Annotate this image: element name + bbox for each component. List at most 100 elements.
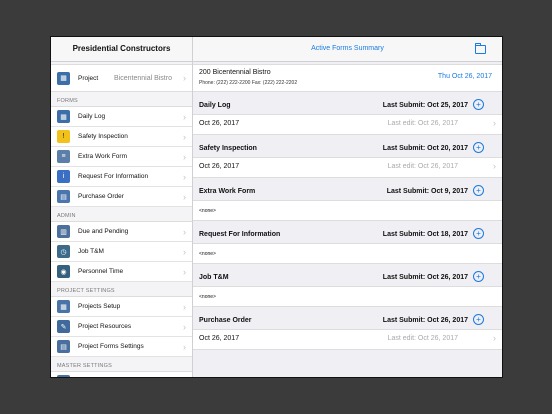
chevron-right-icon: › [183, 341, 186, 352]
form-title: Daily Log [199, 102, 231, 109]
chevron-right-icon: › [493, 161, 496, 171]
project-label: Project [78, 74, 99, 82]
sidebar: Presidential Constructors ▦ Project Bice… [51, 37, 193, 377]
forms-list: Daily Log Last Submit: Oct 25, 2017 + Oct 2… [193, 92, 502, 350]
last-submit: Last Submit: Oct 26, 2017 [382, 274, 468, 281]
last-edit: Last edit: Oct 26, 2017 [387, 163, 458, 170]
form-entry-row[interactable]: Oct 26, 2017 Last edit: Oct 26, 2017 › [193, 329, 502, 350]
page-title: Active Forms Summary [311, 45, 384, 52]
form-entry-row[interactable]: <none> [193, 200, 502, 221]
sidebar-item-master-settings[interactable]: ⚙Master Settings› [51, 372, 192, 378]
last-submit: Last Submit: Oct 25, 2017 [382, 102, 468, 109]
chevron-right-icon: › [183, 131, 186, 142]
form-entry-row[interactable]: <none> [193, 286, 502, 307]
sidebar-section-title: ADMIN [51, 207, 192, 222]
add-form-icon[interactable]: + [473, 142, 484, 153]
project-name: 200 Bicentennial Bistro [199, 69, 271, 76]
last-submit: Last Submit: Oct 20, 2017 [382, 145, 468, 152]
sidebar-item-label: Projects Setup [78, 303, 121, 310]
add-form-icon[interactable]: + [473, 271, 484, 282]
sidebar-item-label: Personnel Time [78, 268, 124, 275]
add-form-icon[interactable]: + [473, 99, 484, 110]
sidebar-item-personnel-time[interactable]: ◉ Personnel Time › [51, 262, 192, 282]
personnel-icon: ◉ [57, 265, 70, 278]
last-edit: Last edit: Oct 26, 2017 [387, 335, 458, 342]
clock-icon: ◷ [57, 245, 70, 258]
entry-date: Oct 26, 2017 [199, 120, 240, 127]
last-submit: Last Submit: Oct 9, 2017 [386, 188, 468, 195]
form-entry-row[interactable]: Oct 26, 2017 Last edit: Oct 26, 2017 › [193, 157, 502, 178]
chevron-right-icon: › [183, 226, 186, 237]
empty-placeholder: <none> [199, 208, 216, 214]
gear-icon: ⚙ [57, 375, 70, 377]
chevron-right-icon: › [183, 266, 186, 277]
info-icon: i [57, 170, 70, 183]
last-edit: Last edit: Oct 26, 2017 [387, 120, 458, 127]
form-section-header: Safety Inspection Last Submit: Oct 20, 20… [193, 135, 502, 157]
sidebar-item-label: Purchase Order [78, 193, 124, 200]
sidebar-item-daily-log[interactable]: ▦ Daily Log › [51, 107, 192, 127]
sidebar-title: Presidential Constructors [51, 37, 192, 62]
sidebar-item-safety-inspection[interactable]: ! Safety Inspection › [51, 127, 192, 147]
empty-placeholder: <none> [199, 294, 216, 300]
folder-icon[interactable] [475, 43, 486, 54]
sidebar-item-label: Due and Pending [78, 228, 129, 235]
warning-icon: ! [57, 130, 70, 143]
app-window: Presidential Constructors ▦ Project Bice… [50, 36, 503, 378]
sidebar-item-projects-setup[interactable]: ▦ Projects Setup › [51, 297, 192, 317]
chevron-right-icon: › [493, 118, 496, 128]
schedule-icon: ▥ [57, 225, 70, 238]
project-selector[interactable]: ▦ Project Bicentennial Bistro › [51, 64, 192, 92]
form-entry-row[interactable]: <none> [193, 243, 502, 264]
sidebar-item-label: Safety Inspection [78, 133, 128, 140]
order-icon: ▤ [57, 190, 70, 203]
form-entry-row[interactable]: Oct 26, 2017 Last edit: Oct 26, 2017 › [193, 114, 502, 135]
form-title: Purchase Order [199, 317, 252, 324]
add-form-icon[interactable]: + [473, 228, 484, 239]
sidebar-section-title: FORMS [51, 92, 192, 107]
form-title: Request For Information [199, 231, 281, 238]
chevron-right-icon: › [183, 246, 186, 257]
sidebar-item-job-t-m[interactable]: ◷ Job T&M › [51, 242, 192, 262]
sidebar-item-label: Extra Work Form [78, 153, 127, 160]
sidebar-item-extra-work-form[interactable]: ≡ Extra Work Form › [51, 147, 192, 167]
main-panel: Active Forms Summary 200 Bicentennial Bi… [193, 37, 502, 377]
sidebar-item-due-and-pending[interactable]: ▥ Due and Pending › [51, 222, 192, 242]
form-section-header: Request For Information Last Submit: Oct … [193, 221, 502, 243]
sidebar-item-project-forms-settings[interactable]: ▤ Project Forms Settings › [51, 337, 192, 357]
form-section-header: Purchase Order Last Submit: Oct 26, 2017 + [193, 307, 502, 329]
sidebar-item-label: Request For Information [78, 173, 149, 180]
sidebar-section-title: PROJECT SETTINGS [51, 282, 192, 297]
resources-icon: ✎ [57, 320, 70, 333]
project-value: Bicentennial Bistro [114, 74, 172, 82]
last-submit: Last Submit: Oct 26, 2017 [382, 317, 468, 324]
empty-placeholder: <none> [199, 251, 216, 257]
sidebar-section-title: MASTER SETTINGS [51, 357, 192, 372]
chevron-right-icon: › [183, 111, 186, 122]
sidebar-item-label: Job T&M [78, 248, 104, 255]
form-section-header: Job T&M Last Submit: Oct 26, 2017 + [193, 264, 502, 286]
sidebar-item-label: Project Forms Settings [78, 343, 144, 350]
projects-icon: ▦ [57, 300, 70, 313]
add-form-icon[interactable]: + [473, 314, 484, 325]
chevron-right-icon: › [183, 73, 186, 83]
form-section-header: Daily Log Last Submit: Oct 25, 2017 + [193, 92, 502, 114]
form-title: Job T&M [199, 274, 229, 281]
chevron-right-icon: › [183, 321, 186, 332]
sidebar-item-project-resources[interactable]: ✎ Project Resources › [51, 317, 192, 337]
chevron-right-icon: › [493, 333, 496, 343]
sidebar-item-request-for-information[interactable]: i Request For Information › [51, 167, 192, 187]
form-title: Safety Inspection [199, 145, 257, 152]
current-date[interactable]: Thu Oct 26, 2017 [438, 73, 492, 80]
form-title: Extra Work Form [199, 188, 256, 195]
chevron-right-icon: › [183, 171, 186, 182]
sidebar-item-purchase-order[interactable]: ▤ Purchase Order › [51, 187, 192, 207]
chevron-right-icon: › [183, 377, 186, 378]
add-form-icon[interactable]: + [473, 185, 484, 196]
chevron-right-icon: › [183, 151, 186, 162]
entry-date: Oct 26, 2017 [199, 163, 240, 170]
form-icon: ≡ [57, 150, 70, 163]
entry-date: Oct 26, 2017 [199, 335, 240, 342]
last-submit: Last Submit: Oct 18, 2017 [382, 231, 468, 238]
chevron-right-icon: › [183, 301, 186, 312]
